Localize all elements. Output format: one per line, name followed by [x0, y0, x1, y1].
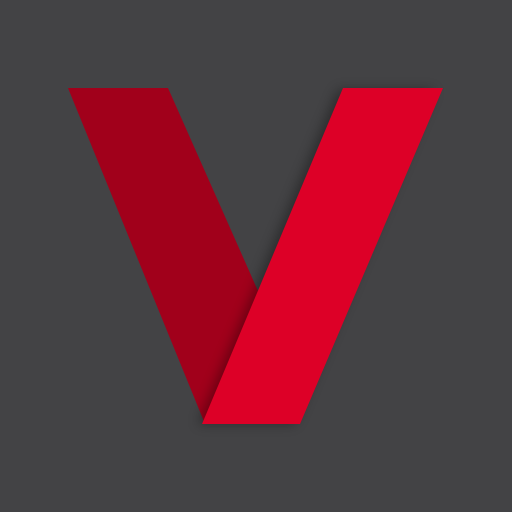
app-icon	[0, 0, 512, 512]
icon-background	[0, 0, 512, 512]
v-logo-icon	[0, 0, 512, 512]
